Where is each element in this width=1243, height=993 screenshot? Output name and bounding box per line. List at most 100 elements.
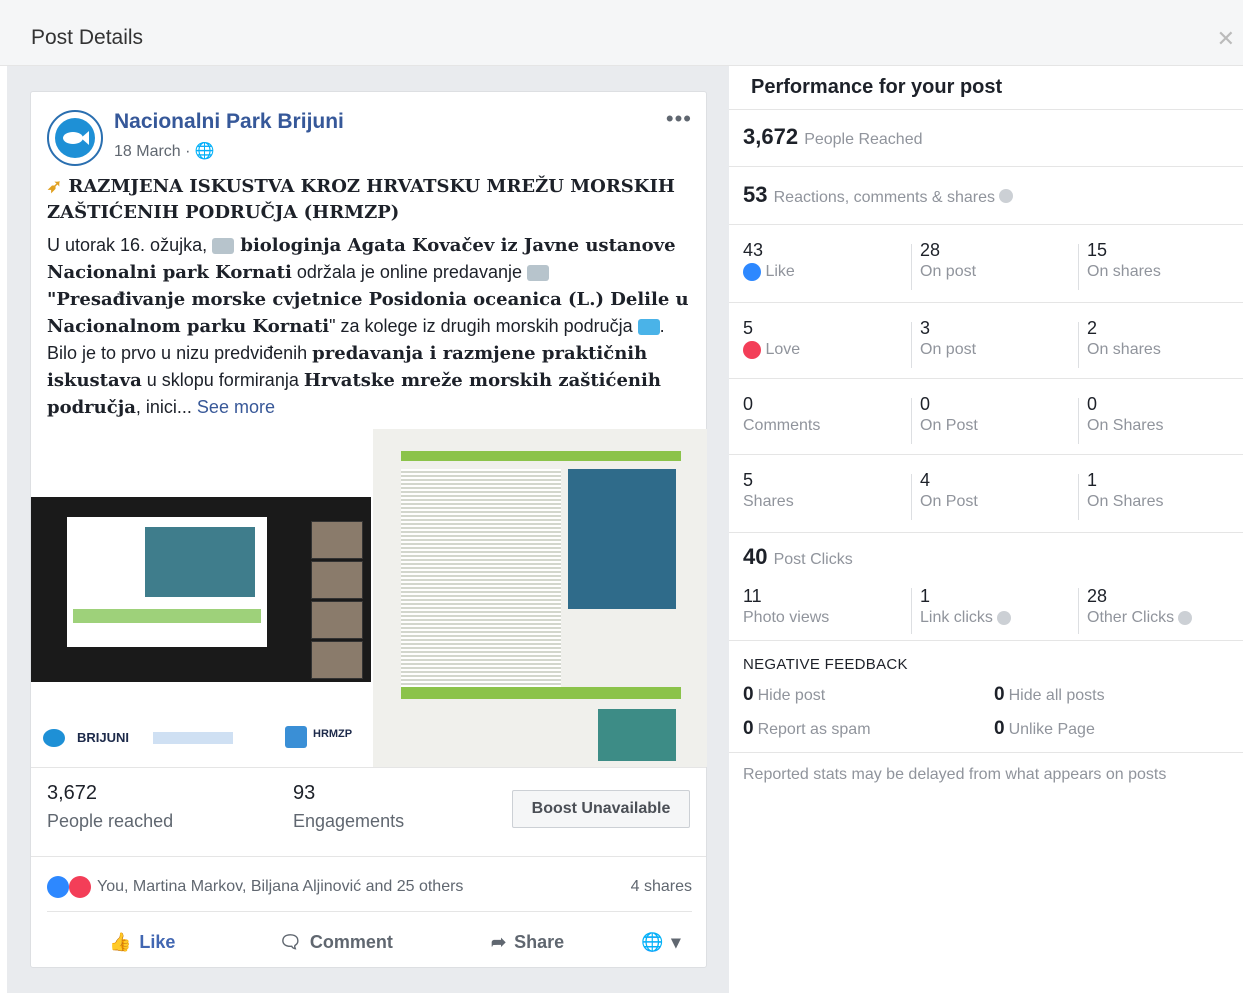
post-body: U utorak 16. ožujka, biologinja Agata Ko… — [47, 232, 697, 421]
people-reached-label: People reached — [47, 811, 174, 831]
page-name-link[interactable]: Nacionalni Park Brijuni — [114, 110, 344, 134]
like-button[interactable]: 👍 Like — [109, 932, 175, 953]
like-text: Like — [765, 263, 795, 281]
post-image-document[interactable] — [371, 429, 707, 767]
document-text-block — [401, 469, 561, 699]
like-onshares-value: 15 — [1087, 240, 1108, 260]
interreg-logo — [153, 732, 233, 744]
audience-selector[interactable]: 🌐 ▾ — [641, 932, 680, 953]
emoji-icon — [526, 265, 549, 282]
shares-onshares-value: 1 — [1087, 470, 1098, 490]
post-clicks-number: 40 — [743, 544, 768, 569]
shares-count[interactable]: 4 shares — [631, 878, 692, 896]
comment-label: Comment — [309, 932, 393, 952]
love-onshares-value: 2 — [1087, 318, 1098, 338]
share-label: Share — [514, 932, 565, 952]
unlike-page-stat: 0 Unlike Page — [994, 718, 1095, 740]
other-clicks-cell: 28 Other Clicks — [1087, 586, 1193, 627]
document-map — [568, 469, 676, 609]
love-onpost-value: 3 — [920, 318, 931, 338]
other-clicks-value: 28 — [1087, 586, 1108, 606]
body-text: održala je online predavanje — [291, 262, 527, 282]
performance-title: Performance for your post — [751, 76, 1003, 98]
report-spam-stat: 0 Report as spam — [743, 718, 871, 740]
avatar[interactable] — [47, 110, 103, 166]
love-onshares-label: On shares — [1087, 341, 1161, 358]
document-photo — [598, 709, 676, 761]
like-label: Like — [139, 932, 176, 952]
comment-button[interactable]: 🗨 Comment — [279, 932, 393, 953]
dialog-header: Post Details ✕ — [0, 0, 1243, 66]
hrmzp-logo-icon — [285, 726, 307, 748]
close-icon[interactable]: ✕ — [1217, 26, 1235, 52]
like-onpost-label: On post — [920, 263, 977, 280]
dialog-title: Post Details — [31, 26, 144, 49]
love-count-cell: 5 Love — [743, 318, 800, 359]
post-clicks-row: 40 Post Clicks — [743, 544, 853, 570]
negative-feedback-title: NEGATIVE FEEDBACK — [743, 656, 908, 673]
wave-icon — [637, 319, 660, 336]
post-image-meeting[interactable]: BRIJUNI HRMZP — [31, 429, 371, 767]
love-onshares-cell: 2 On shares — [1087, 318, 1161, 359]
hide-all-stat: 0 Hide all posts — [994, 684, 1105, 706]
link-clicks-label: Link clicks — [920, 609, 993, 626]
shares-label: Shares — [743, 493, 794, 510]
chevron-down-icon: ▾ — [671, 932, 681, 952]
other-clicks-label: Other Clicks — [1087, 609, 1175, 626]
headline-text: RAZMJENA ISKUSTVA KROZ HRVATSKU MREŽU MO… — [47, 176, 675, 223]
hrmzp-logo-text: HRMZP — [313, 728, 353, 740]
comments-onshares-label: On Shares — [1087, 417, 1164, 434]
reaction-names[interactable]: You, Martina Markov, Biljana Aljinović a… — [97, 878, 463, 896]
post-actions: 👍 Like 🗨 Comment ➦ Share 🌐 ▾ — [47, 917, 692, 967]
comments-onpost-value: 0 — [920, 394, 931, 414]
report-spam-label: Report as spam — [757, 721, 871, 738]
info-icon[interactable] — [1178, 610, 1193, 625]
party-icon: ➶ — [47, 176, 63, 197]
comments-onshares-value: 0 — [1087, 394, 1098, 414]
reactions-row: 53 Reactions, comments & shares — [743, 182, 1014, 208]
love-onpost-cell: 3 On post — [920, 318, 976, 359]
engagements-label: Engagements — [293, 811, 405, 831]
globe-icon: 🌐 — [641, 932, 664, 952]
reactions-text: Reactions, comments & shares — [773, 189, 996, 206]
boost-button[interactable]: Boost Unavailable — [512, 790, 690, 828]
link-clicks-cell: 1 Link clicks — [920, 586, 1011, 627]
comments-onpost-label: On Post — [920, 417, 978, 434]
more-options-icon[interactable]: ••• — [666, 106, 692, 132]
body-text: " za kolege iz drugih morskih područja — [329, 316, 638, 336]
shares-onshares-cell: 1 On Shares — [1087, 470, 1163, 511]
hide-all-value: 0 — [994, 684, 1005, 705]
see-more-link[interactable]: See more — [197, 397, 275, 417]
info-icon[interactable] — [996, 610, 1011, 625]
comment-icon: 🗨 — [279, 932, 302, 952]
share-button[interactable]: ➦ Share — [491, 932, 564, 953]
love-count: 5 — [743, 318, 754, 338]
participant-video — [311, 601, 363, 639]
shares-onpost-label: On Post — [920, 493, 978, 510]
like-onpost-value: 28 — [920, 240, 941, 260]
info-icon[interactable] — [999, 189, 1014, 204]
like-reaction-icon — [47, 876, 69, 898]
post-clicks-text: Post Clicks — [773, 551, 853, 568]
hide-post-value: 0 — [743, 684, 754, 705]
love-reaction-icon — [69, 876, 91, 898]
love-onpost-label: On post — [920, 341, 977, 358]
post-date-text: 18 March · — [114, 143, 195, 160]
people-reached-row: 3,672 People Reached — [743, 124, 923, 150]
comments-onpost-cell: 0 On Post — [920, 394, 978, 435]
post-preview-panel: Nacionalni Park Brijuni 18 March · 🌐 •••… — [7, 66, 729, 993]
unlike-page-value: 0 — [994, 718, 1005, 739]
reactions-summary[interactable]: You, Martina Markov, Biljana Aljinović a… — [47, 872, 692, 912]
globe-icon: 🌐 — [194, 143, 215, 160]
shares-onpost-cell: 4 On Post — [920, 470, 978, 511]
hide-post-stat: 0 Hide post — [743, 684, 825, 706]
people-reached-text: People Reached — [804, 131, 923, 148]
document-header-band — [401, 451, 681, 461]
shares-cell: 5 Shares — [743, 470, 794, 511]
fish-logo-icon — [55, 118, 95, 158]
like-onpost-cell: 28 On post — [920, 240, 976, 281]
photo-views-value: 11 — [743, 586, 762, 606]
participant-video — [311, 521, 363, 559]
post-headline: ➶ RAZMJENA ISKUSTVA KROZ HRVATSKU MREŽU … — [47, 174, 697, 226]
like-count: 43 — [743, 240, 764, 260]
